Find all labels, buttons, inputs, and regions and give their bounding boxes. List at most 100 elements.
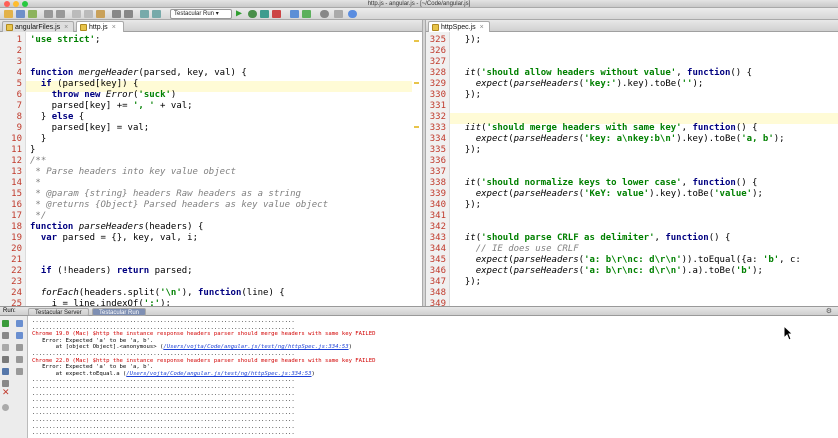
progress-dots: ........................................… <box>32 430 295 437</box>
line-number: 2 <box>16 46 22 56</box>
forward-icon[interactable] <box>152 10 161 18</box>
run-label: Run: <box>3 308 16 314</box>
code-line[interactable]: 'use strict'; <box>30 35 100 46</box>
code-line[interactable]: function mergeHeader(parsed, key, val) { <box>30 68 247 79</box>
down-arrow-icon[interactable] <box>16 332 23 339</box>
line-number: 1 <box>16 35 22 45</box>
stop-icon[interactable] <box>272 10 281 18</box>
replace-icon[interactable] <box>124 10 133 18</box>
open-folder-icon[interactable] <box>4 10 13 18</box>
save-icon[interactable] <box>16 10 25 18</box>
print-icon[interactable] <box>2 380 9 387</box>
filter-icon[interactable] <box>16 356 23 363</box>
code-line[interactable]: function parseHeaders(headers) { <box>30 222 203 233</box>
code-line[interactable]: forEach(headers.split('\n'), function(li… <box>30 288 285 299</box>
code-line[interactable]: expect(parseHeaders('key:').key).toBe(''… <box>454 79 704 90</box>
run-configuration-select[interactable]: Testacular Run ▾ <box>170 9 232 19</box>
up-arrow-icon[interactable] <box>16 320 23 327</box>
back-icon[interactable] <box>140 10 149 18</box>
left-tabbar: angularFiles.js × http.js × <box>0 20 422 32</box>
minimize-window-button[interactable] <box>13 1 19 7</box>
line-number: 328 <box>429 68 446 78</box>
rerun-icon[interactable] <box>2 320 9 327</box>
code-line[interactable]: throw new Error('suck') <box>30 90 177 101</box>
close-tab-icon[interactable]: × <box>64 24 68 31</box>
tab-httpspec-js[interactable]: httpSpec.js × <box>428 21 490 32</box>
debug-icon[interactable] <box>248 10 257 18</box>
code-line[interactable]: }); <box>454 200 481 211</box>
code-line[interactable]: }); <box>454 90 481 101</box>
code-line[interactable]: iit('should merge headers with same key'… <box>454 123 758 134</box>
code-line[interactable]: i = line.indexOf(':'); <box>30 299 171 306</box>
warning-marker[interactable] <box>414 126 419 128</box>
code-line[interactable]: if (!headers) return parsed; <box>30 266 193 277</box>
stack-trace-link[interactable]: /Users/vojta/Code/angular.js/test/ng/htt… <box>163 344 348 350</box>
code-line[interactable]: * Parse headers into key value object <box>30 167 236 178</box>
redo-icon[interactable] <box>56 10 65 18</box>
right-editor[interactable]: 325 }); 326 327 328 it('should allow header… <box>426 32 838 306</box>
zoom-window-button[interactable] <box>22 1 28 7</box>
cut-icon[interactable] <box>72 10 81 18</box>
code-line[interactable]: }); <box>454 145 481 156</box>
code-line[interactable]: it('should allow headers without value',… <box>454 68 752 79</box>
layout-icon[interactable] <box>2 368 9 375</box>
code-line[interactable]: it('should normalize keys to lower case'… <box>454 178 758 189</box>
settings-icon[interactable] <box>320 10 329 18</box>
code-line[interactable]: } <box>30 145 35 156</box>
code-line[interactable]: /** <box>30 156 46 167</box>
stop-icon[interactable] <box>2 344 9 351</box>
undo-icon[interactable] <box>44 10 53 18</box>
code-line[interactable]: it('should parse CRLF as delimiter', fun… <box>454 233 731 244</box>
code-line[interactable]: expect(parseHeaders('key: a\nkey:b\n').k… <box>454 134 785 145</box>
pause-icon[interactable] <box>2 332 9 339</box>
code-line[interactable]: }); <box>454 277 481 288</box>
paste-icon[interactable] <box>96 10 105 18</box>
warning-marker[interactable] <box>414 40 419 42</box>
code-line[interactable]: }); <box>454 35 481 46</box>
help-icon[interactable] <box>2 404 9 411</box>
close-window-button[interactable] <box>4 1 10 7</box>
warning-marker[interactable] <box>414 82 419 84</box>
soft-wrap-icon[interactable] <box>16 344 23 351</box>
code-line[interactable]: // IE does use CRLF <box>454 244 579 255</box>
code-line[interactable]: expect(parseHeaders('a: b\r\nc: d\r\n').… <box>454 266 763 277</box>
line-number: 348 <box>429 288 446 298</box>
code-line[interactable]: * @param {string} headers Raw headers as… <box>30 189 301 200</box>
code-line[interactable]: parsed[key] = val; <box>30 123 150 134</box>
code-line[interactable]: parsed[key] += ', ' + val; <box>30 101 193 112</box>
code-line[interactable]: expect(parseHeaders('KeY: value').key).t… <box>454 189 763 200</box>
coverage-icon[interactable] <box>260 10 269 18</box>
clear-icon[interactable] <box>16 368 23 375</box>
left-editor[interactable]: 1'use strict'; 2 3 4 function mergeHeader(pa… <box>0 32 422 306</box>
code-line[interactable]: * @returns {Object} Parsed headers as ke… <box>30 200 328 211</box>
code-line[interactable]: */ <box>30 211 46 222</box>
console-output[interactable]: ........................................… <box>30 316 838 438</box>
code-line[interactable]: } else { <box>30 112 84 123</box>
panel-settings-icon[interactable]: ⚙ <box>826 307 832 315</box>
tab-http-js[interactable]: http.js × <box>76 21 124 32</box>
code-line[interactable]: expect(parseHeaders('a: b\r\nc: d\r\n'))… <box>454 255 801 266</box>
line-number: 3 <box>16 57 22 67</box>
close-icon[interactable]: ✕ <box>2 388 10 398</box>
find-icon[interactable] <box>112 10 121 18</box>
tab-testacular-server[interactable]: Testacular Server <box>28 308 89 316</box>
copy-icon[interactable] <box>84 10 93 18</box>
line-number: 25 <box>11 299 22 306</box>
stack-trace-link[interactable]: /Users/vojta/Code/angular.js/test/ng/htt… <box>126 371 311 377</box>
vcs-commit-icon[interactable] <box>302 10 311 18</box>
tab-testacular-run[interactable]: Testacular Run <box>92 308 147 316</box>
tab-angularfiles-js[interactable]: angularFiles.js × <box>2 21 74 32</box>
code-line[interactable]: var parsed = {}, key, val, i; <box>30 233 198 244</box>
help-icon[interactable] <box>348 10 357 18</box>
code-line[interactable]: } <box>30 134 46 145</box>
vcs-update-icon[interactable] <box>290 10 299 18</box>
close-tab-icon[interactable]: × <box>480 24 484 31</box>
code-line[interactable]: * <box>30 178 40 189</box>
code-line[interactable]: if (parsed[key]) { <box>30 79 139 90</box>
line-number: 10 <box>11 134 22 144</box>
close-tab-icon[interactable]: × <box>112 24 116 31</box>
sync-icon[interactable] <box>28 10 37 18</box>
structure-icon[interactable] <box>334 10 343 18</box>
scroll-to-end-icon[interactable] <box>2 356 9 363</box>
run-icon[interactable]: ▶ <box>236 8 242 19</box>
